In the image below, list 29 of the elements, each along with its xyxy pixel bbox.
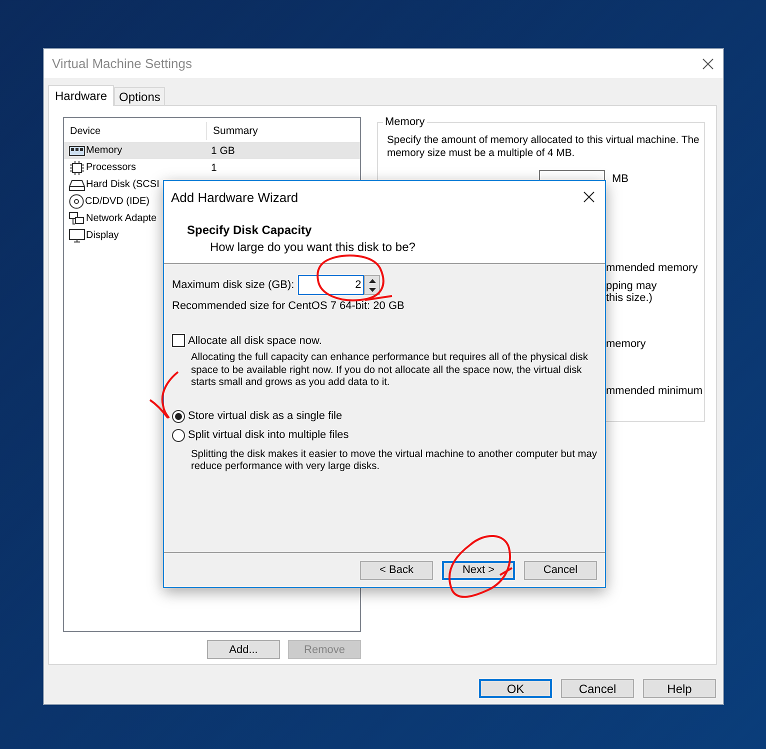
device-name: Network Adapte xyxy=(86,213,157,224)
allocate-description: Allocating the full capacity can enhance performance but requires all of the physical disk space to be available right now. If you do not allocate all the space now, the virtual disk starts small and grows as you add data to it. xyxy=(190,352,589,390)
group-title: Memory xyxy=(383,116,427,128)
device-name: Hard Disk (SCSI xyxy=(86,179,160,190)
memory-text: pping may xyxy=(606,280,657,292)
unit-label: MB xyxy=(612,173,628,185)
dialog-title: Add Hardware Wizard xyxy=(171,190,298,204)
device-name: Display xyxy=(86,230,119,241)
column-header: Summary xyxy=(212,125,258,137)
memory-description: Specify the amount of memory allocated to this virtual machine. The memory size must be a multiple of 4 MB. xyxy=(387,134,700,160)
memory-text: memory xyxy=(606,338,646,350)
radio-label: Split virtual disk into multiple files xyxy=(188,429,349,441)
memory-text: mmended minimum xyxy=(606,385,703,397)
step-subheading: How large do you want this disk to be? xyxy=(210,240,416,254)
device-summary: 1 GB xyxy=(210,144,235,156)
recommendation-text: Recommended size for CentOS 7 64-bit: 20 GB xyxy=(172,300,406,312)
device-name: CD/DVD (IDE) xyxy=(85,196,150,207)
split-description: Splitting the disk makes it easier to move the virtual machine to another computer but may reduce performance with very large disks. xyxy=(190,448,598,474)
checkbox-label: Allocate all disk space now. xyxy=(188,334,322,346)
radio-label: Store virtual disk as a single file xyxy=(188,410,342,422)
memory-text: mmended memory xyxy=(606,262,698,274)
memory-text: this size.) xyxy=(606,292,652,304)
column-header: Device xyxy=(64,122,207,140)
device-name: Processors xyxy=(86,162,136,173)
device-name: Memory xyxy=(86,145,122,156)
field-label: Maximum disk size (GB): xyxy=(172,279,294,291)
device-summary: 1 xyxy=(210,162,217,174)
step-heading: Specify Disk Capacity xyxy=(187,223,313,237)
window-title: Virtual Machine Settings xyxy=(52,56,192,71)
